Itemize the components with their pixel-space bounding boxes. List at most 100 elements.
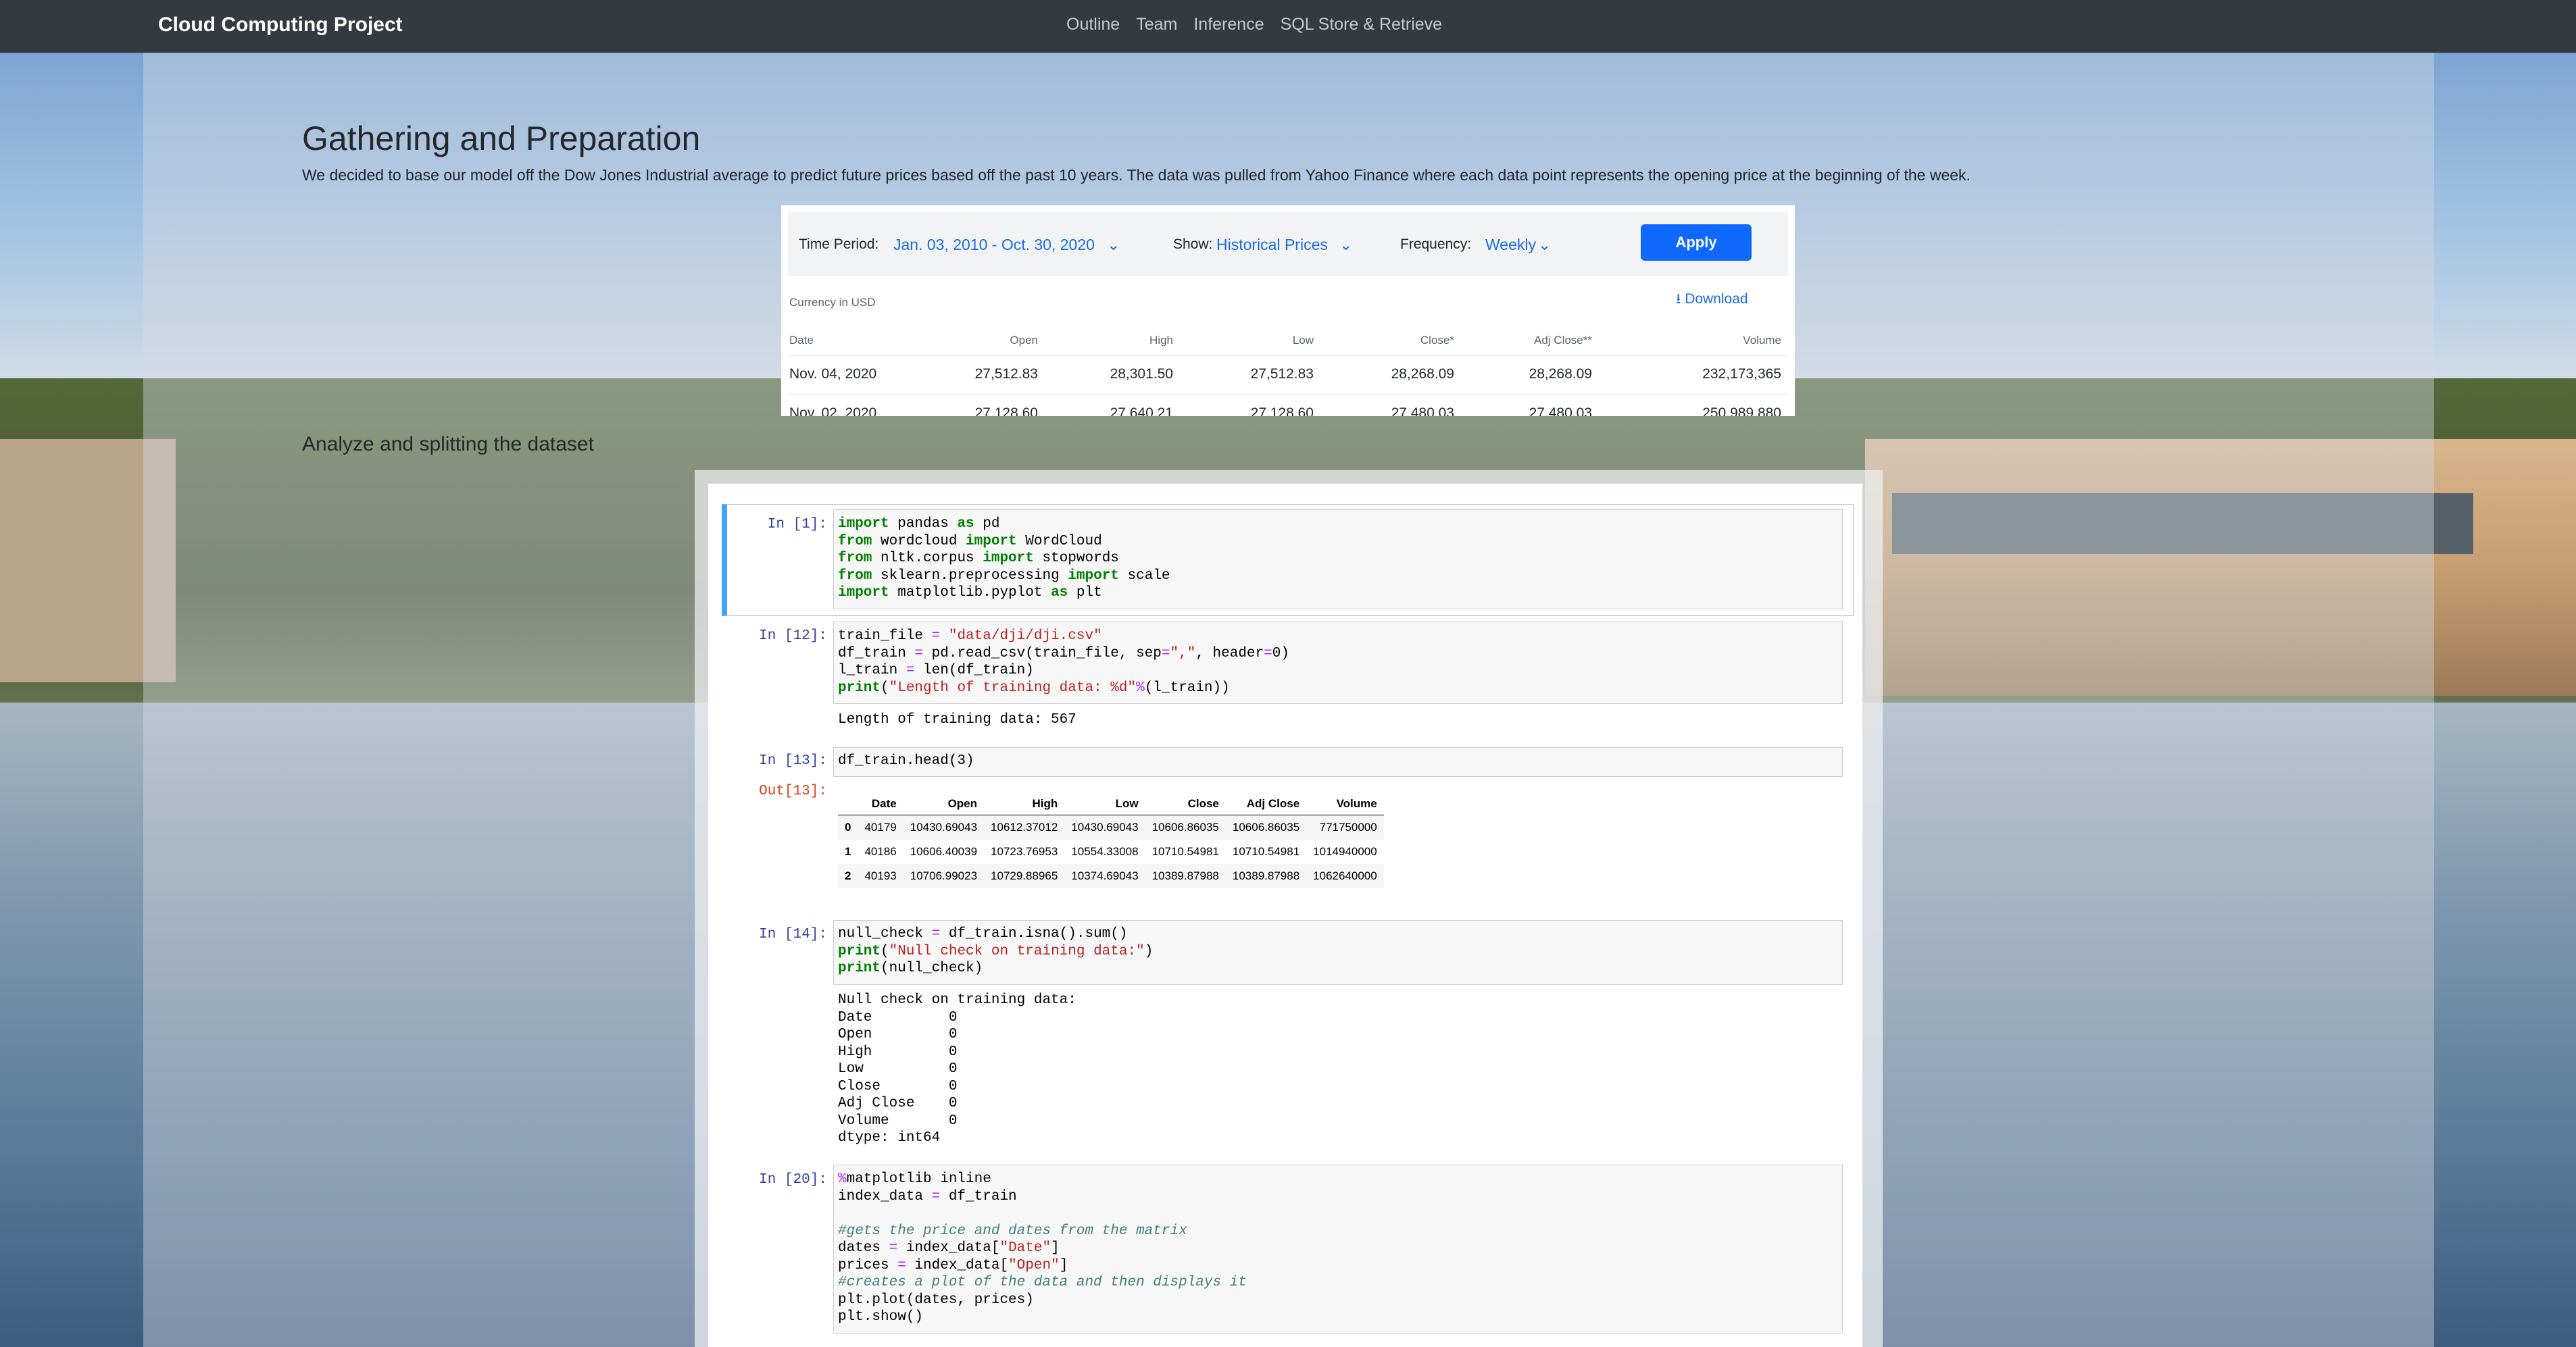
- time-period-label: Time Period:: [799, 236, 879, 252]
- col-low: Low: [1292, 334, 1314, 347]
- yahoo-table-row: Nov. 04, 2020 27,512.83 28,301.50 27,512…: [781, 366, 1795, 386]
- cell-prompt: In [12]:: [759, 628, 827, 644]
- cell-date: Nov. 02, 2020: [789, 405, 877, 416]
- col-close: Close*: [1420, 334, 1454, 347]
- cell-low: 27,512.83: [1250, 366, 1314, 382]
- table-cell: 1014940000: [1313, 845, 1377, 858]
- cell-volume: 232,173,365: [1702, 366, 1781, 382]
- section-description: We decided to base our model off the Dow…: [302, 166, 1971, 184]
- download-link: ⭳ Download: [1676, 289, 1748, 313]
- table-cell: 10710.54981: [1232, 845, 1300, 858]
- section-title-analyze: Analyze and splitting the dataset: [302, 433, 594, 455]
- cell-open: 27,512.83: [974, 366, 1038, 382]
- time-period-dropdown: Jan. 03, 2010 - Oct. 30, 2020: [893, 236, 1095, 253]
- table-cell: 10389.87988: [1145, 864, 1226, 888]
- table-cell: 40193: [858, 864, 903, 888]
- chevron-down-icon: ⌄: [1107, 236, 1120, 253]
- cell-output: Length of training data: 567: [838, 712, 1076, 728]
- cell-volume: 250,989,880: [1702, 405, 1781, 416]
- cell-high: 27,640.21: [1110, 405, 1173, 416]
- table-cell: 10710.54981: [1151, 845, 1219, 858]
- code-input[interactable]: [833, 747, 1843, 777]
- apply-button: Apply: [1641, 224, 1752, 261]
- code-block: import pandas as pd from wordcloud impor…: [838, 516, 1170, 601]
- cell-close: 27,480.03: [1391, 405, 1454, 416]
- df-col-adj-close: Adj Close: [1225, 793, 1307, 815]
- cell-low: 27,128.60: [1250, 405, 1314, 416]
- table-cell: 771750000: [1306, 815, 1384, 840]
- yahoo-table-row-partial: Nov. 02, 2020 27,128.60 27,640.21 27,128…: [781, 405, 1795, 416]
- code-block: %matplotlib inline index_data = df_train…: [838, 1171, 1247, 1325]
- table-cell: 10389.87988: [1225, 864, 1307, 888]
- table-cell: 10606.40039: [910, 845, 978, 858]
- chevron-down-icon: ⌄: [1538, 236, 1552, 253]
- output-line: Date 0: [838, 1009, 958, 1025]
- table-cell: 10606.86035: [1225, 815, 1307, 840]
- cell-prompt: In [20]:: [759, 1172, 827, 1188]
- output-line: Adj Close 0: [838, 1096, 958, 1111]
- output-line: High 0: [838, 1044, 958, 1060]
- nav-link-team[interactable]: Team: [1136, 15, 1177, 34]
- col-adj-close: Adj Close**: [1534, 334, 1592, 347]
- df-col-volume: Volume: [1306, 793, 1384, 815]
- table-row: 0 40179 10430.69043 10612.37012 10430.69…: [838, 815, 1384, 840]
- cell-prompt: In [13]:: [759, 753, 827, 769]
- navbar-brand[interactable]: Cloud Computing Project: [158, 14, 403, 36]
- nav-link-inference[interactable]: Inference: [1193, 15, 1264, 34]
- show-dropdown: Historical Prices: [1216, 236, 1328, 253]
- df-col-low: Low: [1064, 793, 1145, 815]
- out-prompt: Out[13]:: [759, 784, 827, 799]
- code-block: train_file = "data/dji/dji.csv" df_train…: [838, 628, 1289, 696]
- table-cell: 1062640000: [1306, 864, 1384, 888]
- cell-adj-close: 27,480.03: [1529, 405, 1592, 416]
- df-col-high: High: [984, 793, 1065, 815]
- table-divider: [788, 355, 1788, 356]
- table-row: 1 40186 10606.40039 10723.76953 10554.33…: [838, 840, 1384, 864]
- df-col-open: Open: [903, 793, 985, 815]
- navbar: Cloud Computing Project Outline Team Inf…: [0, 0, 2576, 53]
- table-cell: 1: [845, 845, 851, 858]
- code-block: null_check = df_train.isna().sum() print…: [838, 926, 1154, 976]
- table-cell: 40179: [858, 815, 903, 840]
- output-line: Close 0: [838, 1078, 958, 1094]
- cell-prompt: In [14]:: [759, 927, 827, 942]
- cell-close: 28,268.09: [1391, 366, 1454, 382]
- section-title-gathering: Gathering and Preparation: [302, 120, 701, 157]
- nav-link-sql[interactable]: SQL Store & Retrieve: [1281, 15, 1442, 34]
- table-cell: 10430.69043: [1064, 815, 1145, 840]
- table-cell: 10606.86035: [1145, 815, 1226, 840]
- show-label: Show:: [1173, 236, 1213, 252]
- code-block: df_train.head(3): [838, 753, 974, 769]
- table-cell: 10706.99023: [903, 864, 985, 888]
- nav-link-outline[interactable]: Outline: [1066, 15, 1120, 34]
- yahoo-table-header: Date Open High Low Close* Adj Close** Vo…: [781, 334, 1795, 354]
- table-cell: 0: [838, 815, 858, 840]
- cell-open: 27,128.60: [974, 405, 1038, 416]
- output-line: Null check on training data:: [838, 992, 1076, 1008]
- cell-output: Null check on training data: Date 0 Open 0…: [838, 992, 1076, 1147]
- frequency-dropdown: Weekly: [1485, 236, 1536, 253]
- output-line: Volume 0: [838, 1113, 958, 1129]
- table-cell: 10612.37012: [984, 815, 1065, 840]
- output-line: Open 0: [838, 1027, 958, 1042]
- yahoo-toolbar: Time Period: Jan. 03, 2010 - Oct. 30, 20…: [788, 212, 1788, 276]
- table-cell: 10430.69043: [903, 815, 985, 840]
- col-volume: Volume: [1743, 334, 1781, 347]
- table-cell: 10374.69043: [1064, 864, 1145, 888]
- currency-note: Currency in USD: [789, 296, 876, 309]
- cell-date: Nov. 04, 2020: [789, 366, 877, 382]
- df-col-index: [838, 793, 858, 815]
- chevron-down-icon: ⌄: [1339, 236, 1353, 253]
- table-row: 2 40193 10706.99023 10729.88965 10374.69…: [838, 864, 1384, 888]
- cell-prompt: In [1]:: [767, 517, 827, 532]
- cell-high: 28,301.50: [1110, 366, 1173, 382]
- output-line: Low 0: [838, 1061, 958, 1077]
- df-col-close: Close: [1145, 793, 1226, 815]
- navbar-links: Outline Team Inference SQL Store & Retri…: [1066, 15, 1442, 34]
- col-high: High: [1149, 334, 1173, 347]
- table-cell: 10723.76953: [991, 845, 1058, 858]
- dataframe-header: Date Open High Low Close Adj Close Volum…: [838, 793, 1384, 815]
- col-date: Date: [789, 334, 814, 347]
- download-label: Download: [1685, 291, 1748, 307]
- download-icon: ⭳: [1676, 291, 1681, 307]
